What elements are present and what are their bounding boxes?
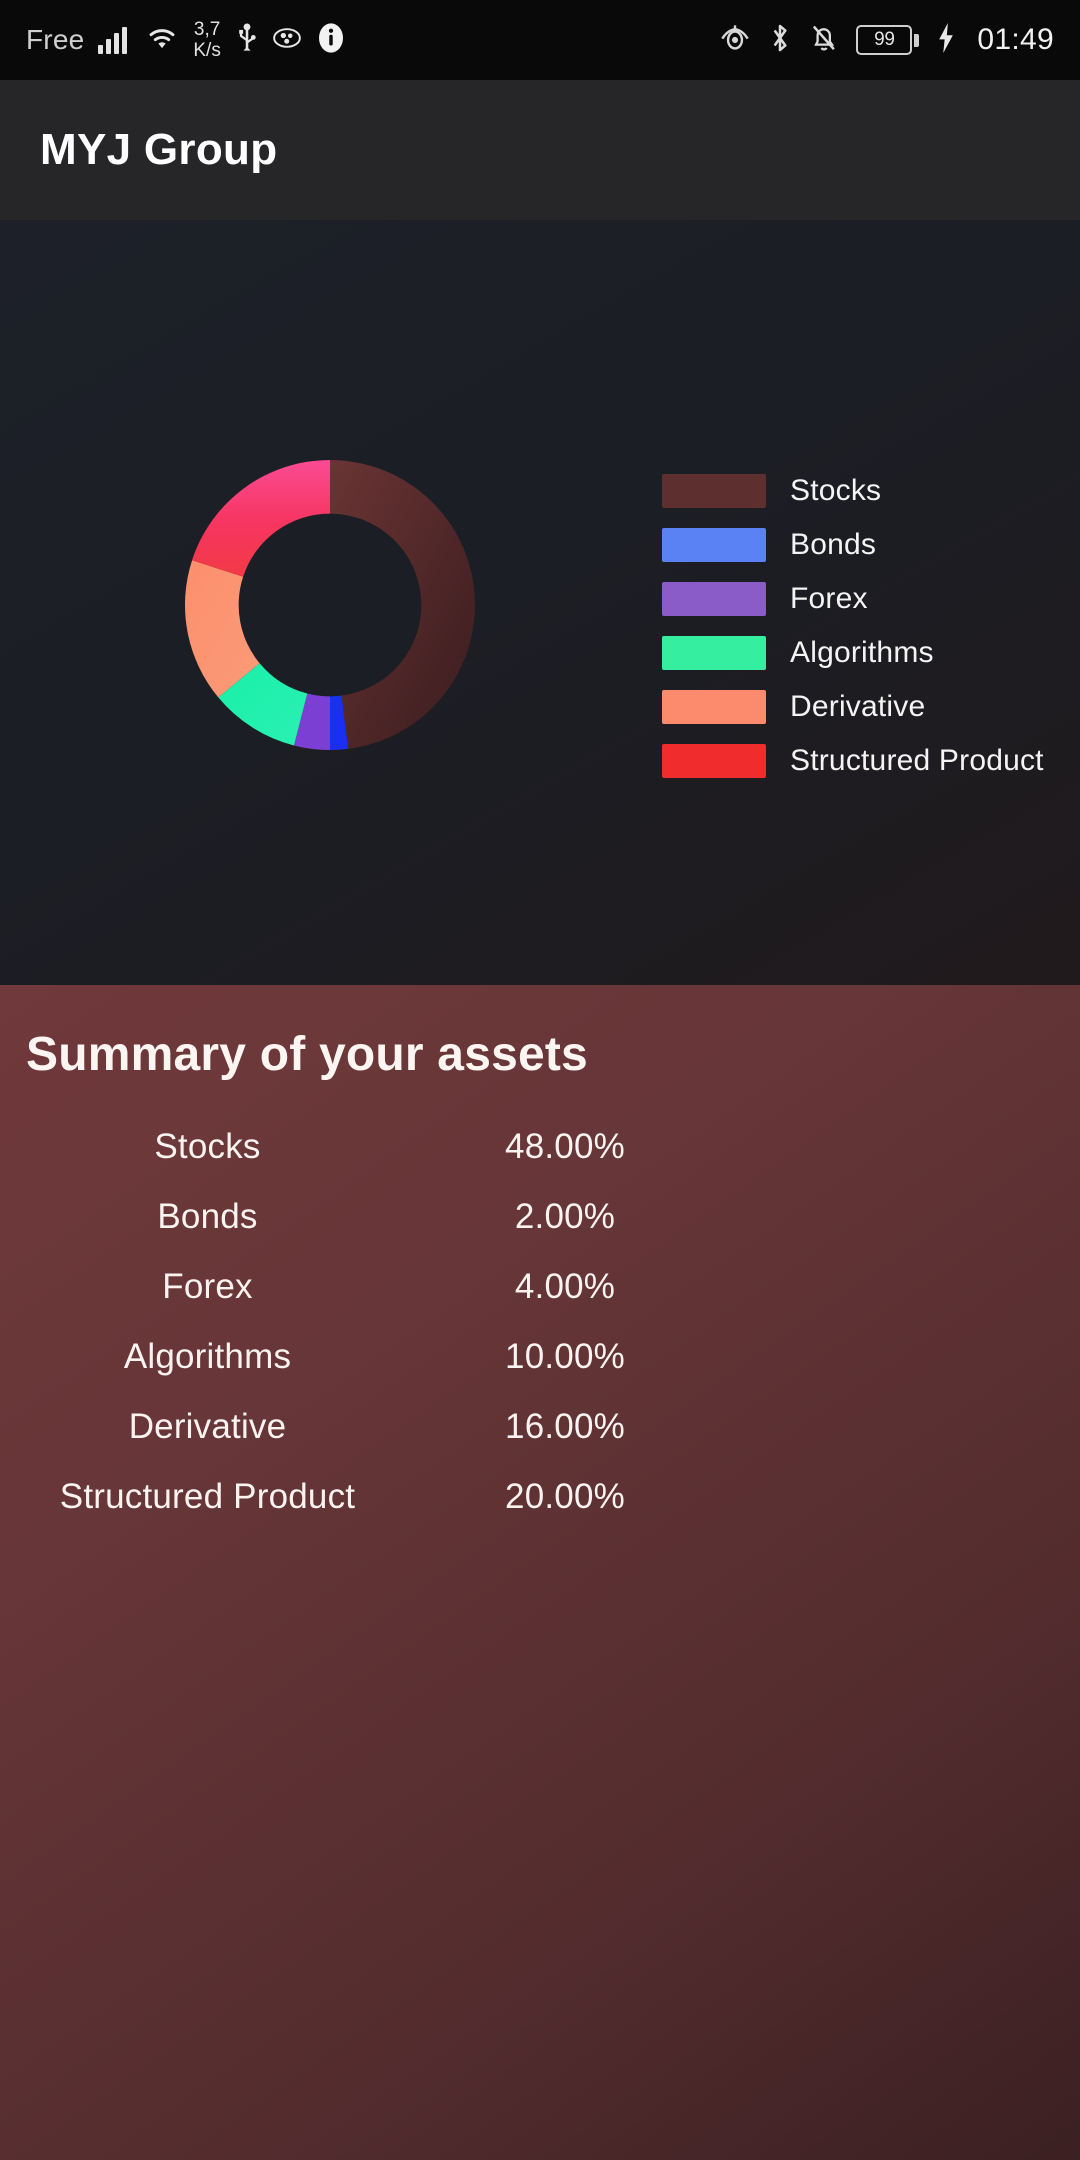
legend-label: Bonds [790, 528, 877, 561]
summary-row-value: 4.00% [514, 1267, 616, 1306]
legend-swatch-structured-product [662, 744, 766, 778]
legend-swatch-algorithms [662, 636, 766, 670]
legend-label: Algorithms [790, 636, 934, 669]
summary-row-label: Bonds [157, 1197, 258, 1236]
app-bar: MYJ Group [0, 80, 1080, 220]
battery-icon: 99 [856, 25, 920, 55]
legend-item[interactable]: Derivative [662, 690, 1044, 724]
cast-icon [272, 25, 301, 56]
summary-row-value: 2.00% [514, 1197, 616, 1236]
chart-panel: Stocks Bonds Forex Algorithms Derivative… [0, 220, 1080, 985]
summary-row-label: Derivative [128, 1407, 287, 1446]
charging-bolt-icon [936, 22, 956, 58]
legend-item[interactable]: Stocks [662, 474, 1044, 508]
phone-screen: Free 3,7 K/s 99 01:49 MYJ Group Stocks B… [0, 0, 1080, 2160]
signal-icon [98, 26, 131, 54]
legend-item[interactable]: Forex [662, 582, 1044, 616]
wifi-icon [145, 24, 179, 57]
summary-row-label: Stocks [154, 1127, 261, 1166]
battery-level-label: 99 [856, 25, 913, 55]
network-speed-value: 3,7 [193, 19, 221, 40]
donut-slice-stocks[interactable] [330, 460, 475, 749]
page-title: MYJ Group [40, 125, 278, 174]
summary-row-label: Algorithms [123, 1337, 292, 1376]
battery-nub [914, 33, 920, 47]
summary-row: Derivative 16.00% [0, 1392, 1080, 1462]
legend-label: Derivative [790, 690, 926, 723]
summary-row: Bonds 2.00% [0, 1182, 1080, 1252]
summary-heading: Summary of your assets [26, 1028, 588, 1081]
summary-row: Algorithms 10.00% [0, 1322, 1080, 1392]
legend-item[interactable]: Algorithms [662, 636, 1044, 670]
eye-icon [719, 23, 751, 58]
summary-list: Stocks 48.00% Bonds 2.00% Forex 4.00% Al… [0, 1112, 1080, 1532]
legend-swatch-forex [662, 582, 766, 616]
summary-row: Structured Product 20.00% [0, 1462, 1080, 1532]
status-bar-left: Free 3,7 K/s [26, 19, 347, 61]
legend-swatch-stocks [662, 474, 766, 508]
legend-swatch-derivative [662, 690, 766, 724]
network-speed-unit: K/s [193, 40, 221, 61]
network-speed: 3,7 K/s [193, 19, 220, 61]
bluetooth-icon [768, 22, 792, 59]
usb-icon [235, 22, 259, 58]
donut-chart-svg [185, 460, 475, 750]
legend-item[interactable]: Bonds [662, 528, 1044, 562]
summary-row: Forex 4.00% [0, 1252, 1080, 1322]
summary-row-value: 48.00% [505, 1127, 625, 1166]
summary-row-value: 10.00% [505, 1337, 625, 1376]
legend-label: Stocks [790, 474, 882, 507]
summary-row-label: Forex [162, 1267, 253, 1306]
legend-swatch-bonds [662, 528, 766, 562]
chart-legend: Stocks Bonds Forex Algorithms Derivative… [662, 474, 1044, 778]
legend-item[interactable]: Structured Product [662, 744, 1044, 778]
clock-label: 01:49 [977, 23, 1054, 56]
info-icon [315, 22, 347, 59]
bell-muted-icon [809, 22, 839, 59]
summary-row-value: 16.00% [505, 1407, 625, 1446]
summary-row-label: Structured Product [59, 1477, 356, 1516]
donut-chart[interactable] [185, 460, 475, 750]
legend-label: Forex [790, 582, 868, 615]
summary-row: Stocks 48.00% [0, 1112, 1080, 1182]
donut-slice-structured-product[interactable] [192, 460, 330, 577]
status-bar: Free 3,7 K/s 99 01:49 [0, 0, 1080, 80]
status-bar-right: 99 01:49 [719, 22, 1054, 59]
summary-panel: Summary of your assets Stocks 48.00% Bon… [0, 985, 1080, 2160]
summary-row-value: 20.00% [505, 1477, 625, 1516]
legend-label: Structured Product [790, 744, 1044, 777]
carrier-label: Free [26, 24, 85, 55]
